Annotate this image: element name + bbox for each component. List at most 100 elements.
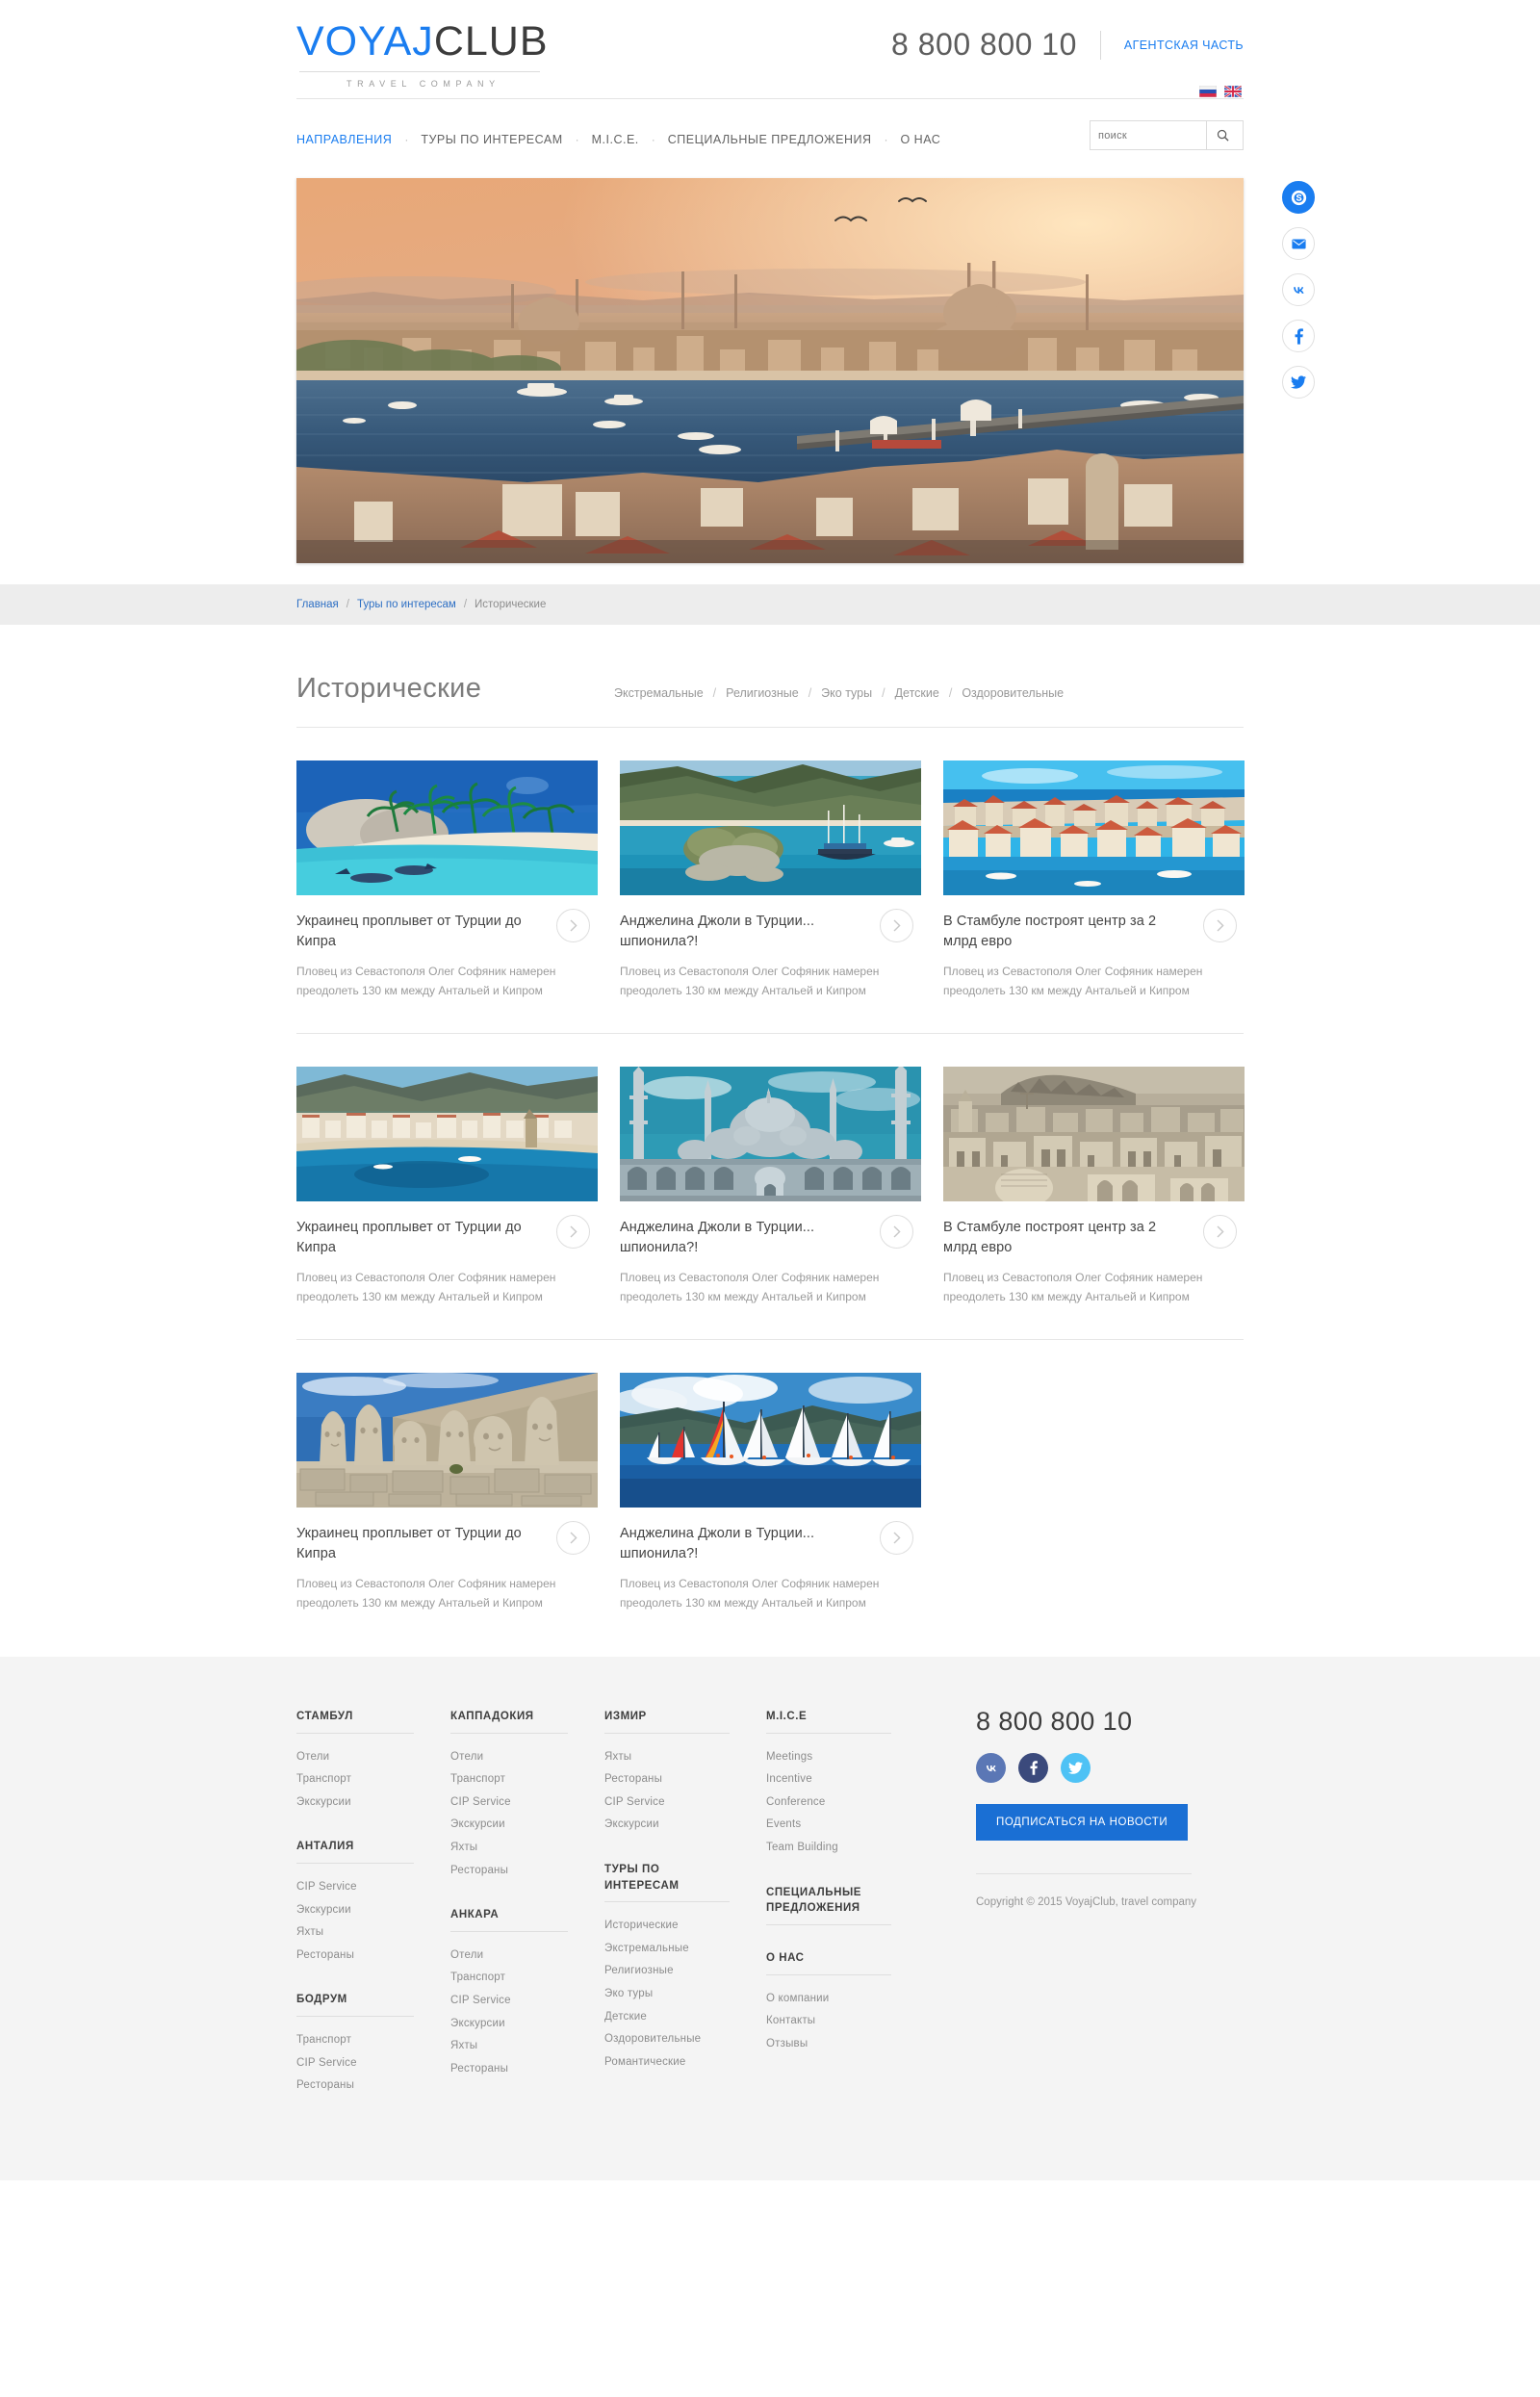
article-read-more-button[interactable] bbox=[556, 1215, 590, 1250]
breadcrumb-item-home[interactable]: Главная bbox=[296, 599, 339, 610]
footer-link[interactable]: Incentive bbox=[766, 1768, 891, 1791]
footer-link[interactable]: Яхты bbox=[450, 1837, 568, 1860]
filter-ozdorovitelnye[interactable]: Оздоровительные bbox=[962, 686, 1064, 700]
article-title[interactable]: Анджелина Джоли в Турции... шпионила?! bbox=[620, 1524, 847, 1563]
article-read-more-button[interactable] bbox=[880, 1521, 913, 1556]
footer-link[interactable]: Транспорт bbox=[296, 2029, 414, 2052]
nav-item-mice[interactable]: M.I.C.E. bbox=[592, 133, 639, 146]
article-title[interactable]: Украинец проплывет от Турции до Кипра bbox=[296, 1218, 524, 1257]
article-thumbnail[interactable] bbox=[943, 1067, 1245, 1202]
article-read-more-button[interactable] bbox=[880, 909, 913, 942]
article-title[interactable]: Украинец проплывет от Турции до Кипра bbox=[296, 1524, 524, 1563]
footer-link[interactable]: Оздоровительные bbox=[604, 2028, 730, 2051]
footer-link[interactable]: Религиозные bbox=[604, 1960, 730, 1983]
article-read-more-button[interactable] bbox=[556, 909, 590, 942]
article-thumbnail[interactable] bbox=[296, 1373, 598, 1508]
filter-eko-tury[interactable]: Эко туры bbox=[821, 686, 872, 700]
social-rail-facebook[interactable] bbox=[1282, 320, 1315, 352]
article-title[interactable]: Анджелина Джоли в Турции... шпионила?! bbox=[620, 912, 847, 951]
article-card[interactable]: Украинец проплывет от Турции до Кипра Пл… bbox=[296, 1373, 598, 1612]
footer-link[interactable]: Транспорт bbox=[450, 1967, 568, 1990]
article-thumbnail[interactable] bbox=[620, 1373, 921, 1508]
filter-detskie[interactable]: Детские bbox=[895, 686, 939, 700]
article-card[interactable]: Украинец проплывет от Турции до Кипра Пл… bbox=[296, 760, 598, 1000]
search-submit-button[interactable] bbox=[1207, 121, 1239, 149]
footer-link[interactable]: Отели bbox=[450, 1945, 568, 1968]
social-rail-mail[interactable] bbox=[1282, 227, 1315, 260]
footer-link[interactable]: Романтические bbox=[604, 2051, 730, 2075]
footer-link[interactable]: Team Building bbox=[766, 1837, 891, 1860]
social-rail-twitter[interactable] bbox=[1282, 366, 1315, 399]
footer-link[interactable]: Эко туры bbox=[604, 1983, 730, 2006]
article-read-more-button[interactable] bbox=[556, 1521, 590, 1556]
article-thumbnail[interactable] bbox=[296, 760, 598, 895]
en-flag-icon[interactable] bbox=[1224, 86, 1242, 97]
footer-link[interactable]: Яхты bbox=[450, 2035, 568, 2058]
article-title[interactable]: В Стамбуле построят центр за 2 млрд евро bbox=[943, 912, 1170, 951]
footer-link[interactable]: Отели bbox=[450, 1746, 568, 1769]
footer-link[interactable]: Транспорт bbox=[296, 1768, 414, 1791]
footer-link[interactable]: Рестораны bbox=[296, 1945, 414, 1968]
footer-link[interactable]: Исторические bbox=[604, 1915, 730, 1938]
article-read-more-button[interactable] bbox=[1203, 1215, 1237, 1250]
article-card[interactable]: Украинец проплывет от Турции до Кипра Пл… bbox=[296, 1067, 598, 1306]
article-title[interactable]: В Стамбуле построят центр за 2 млрд евро bbox=[943, 1218, 1170, 1257]
footer-link[interactable]: О компании bbox=[766, 1988, 891, 2011]
footer-link[interactable]: Экскурсии bbox=[296, 1791, 414, 1815]
hero-banner-image[interactable] bbox=[296, 178, 1244, 563]
footer-link[interactable]: Детские bbox=[604, 2006, 730, 2029]
site-logo[interactable]: VOYAJCLUB TRAVEL COMPANY bbox=[296, 21, 585, 90]
footer-link[interactable]: Экскурсии bbox=[450, 2013, 568, 2036]
footer-link[interactable]: Яхты bbox=[604, 1746, 730, 1769]
header-phone[interactable]: 8 800 800 10 bbox=[891, 27, 1077, 63]
footer-link[interactable]: CIP Service bbox=[296, 2052, 414, 2075]
breadcrumb-item-tury[interactable]: Туры по интересам bbox=[357, 599, 456, 610]
footer-link[interactable]: Контакты bbox=[766, 2010, 891, 2033]
footer-social-vk[interactable] bbox=[976, 1753, 1006, 1784]
footer-link[interactable]: Яхты bbox=[296, 1921, 414, 1945]
footer-link[interactable]: Экскурсии bbox=[604, 1814, 730, 1837]
search-input[interactable] bbox=[1091, 121, 1206, 149]
article-card[interactable]: Анджелина Джоли в Турции... шпионила?! П… bbox=[620, 760, 921, 1000]
footer-link[interactable]: Meetings bbox=[766, 1746, 891, 1769]
article-card[interactable]: Анджелина Джоли в Турции... шпионила?! П… bbox=[620, 1067, 921, 1306]
footer-link[interactable]: Рестораны bbox=[296, 2075, 414, 2098]
footer-link[interactable]: Экскурсии bbox=[296, 1899, 414, 1922]
article-read-more-button[interactable] bbox=[880, 1215, 913, 1250]
footer-link[interactable]: Отели bbox=[296, 1746, 414, 1769]
footer-phone[interactable]: 8 800 800 10 bbox=[976, 1709, 1234, 1735]
agent-area-link[interactable]: АГЕНТСКАЯ ЧАСТЬ bbox=[1124, 39, 1244, 52]
nav-item-napravleniya[interactable]: НАПРАВЛЕНИЯ bbox=[296, 133, 392, 146]
nav-item-specialnye-predlozheniya[interactable]: СПЕЦИАЛЬНЫЕ ПРЕДЛОЖЕНИЯ bbox=[668, 133, 872, 146]
nav-item-tury-po-interesam[interactable]: ТУРЫ ПО ИНТЕРЕСАМ bbox=[421, 133, 562, 146]
footer-link[interactable]: Экстремальные bbox=[604, 1938, 730, 1961]
footer-heading[interactable]: СПЕЦИАЛЬНЫЕ ПРЕДЛОЖЕНИЯ bbox=[766, 1885, 891, 1924]
ru-flag-icon[interactable] bbox=[1199, 86, 1217, 97]
article-title[interactable]: Анджелина Джоли в Турции... шпионила?! bbox=[620, 1218, 847, 1257]
article-thumbnail[interactable] bbox=[296, 1067, 598, 1202]
filter-ekstremalnye[interactable]: Экстремальные bbox=[614, 686, 704, 700]
article-thumbnail[interactable] bbox=[943, 760, 1245, 895]
footer-link[interactable]: Рестораны bbox=[450, 1860, 568, 1883]
footer-social-twitter[interactable] bbox=[1061, 1753, 1091, 1784]
subscribe-button[interactable]: ПОДПИСАТЬСЯ НА НОВОСТИ bbox=[976, 1804, 1189, 1842]
search-box[interactable] bbox=[1090, 120, 1244, 150]
footer-link[interactable]: Транспорт bbox=[450, 1768, 568, 1791]
footer-link[interactable]: Рестораны bbox=[450, 2058, 568, 2081]
footer-link[interactable]: Экскурсии bbox=[450, 1814, 568, 1837]
footer-link[interactable]: CIP Service bbox=[296, 1876, 414, 1899]
article-thumbnail[interactable] bbox=[620, 1067, 921, 1202]
filter-religioznye[interactable]: Религиозные bbox=[726, 686, 799, 700]
article-read-more-button[interactable] bbox=[1203, 909, 1237, 942]
footer-link[interactable]: Отзывы bbox=[766, 2033, 891, 2056]
footer-link[interactable]: CIP Service bbox=[604, 1791, 730, 1815]
footer-link[interactable]: Conference bbox=[766, 1791, 891, 1815]
article-card[interactable]: Анджелина Джоли в Турции... шпионила?! П… bbox=[620, 1373, 921, 1612]
article-card[interactable]: В Стамбуле построят центр за 2 млрд евро… bbox=[943, 1067, 1245, 1306]
article-title[interactable]: Украинец проплывет от Турции до Кипра bbox=[296, 912, 524, 951]
footer-link[interactable]: Events bbox=[766, 1814, 891, 1837]
footer-link[interactable]: Рестораны bbox=[604, 1768, 730, 1791]
article-card[interactable]: В Стамбуле построят центр за 2 млрд евро… bbox=[943, 760, 1245, 1000]
nav-item-o-nas[interactable]: О НАС bbox=[900, 133, 940, 146]
footer-link[interactable]: CIP Service bbox=[450, 1990, 568, 2013]
